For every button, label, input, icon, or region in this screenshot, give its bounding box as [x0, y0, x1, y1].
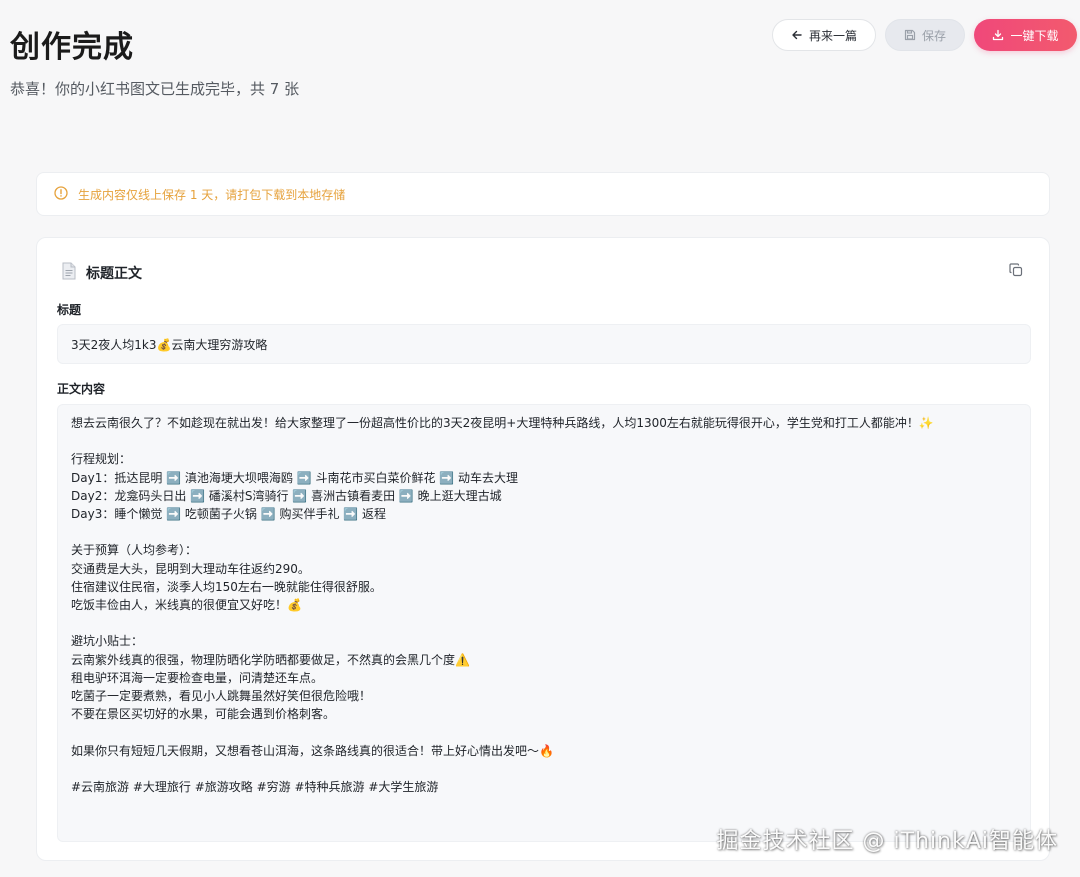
save-button[interactable]: 保存: [885, 19, 965, 51]
copy-button[interactable]: [1007, 262, 1025, 280]
page-title: 创作完成: [10, 30, 134, 65]
arrow-left-icon: [791, 29, 803, 41]
document-icon: [61, 262, 77, 284]
download-icon: [992, 29, 1004, 41]
card-title: 标题正文: [86, 266, 142, 282]
retention-notice-text: 生成内容仅线上保存 1 天，请打包下载到本地存储: [78, 187, 346, 202]
title-field-label: 标题: [57, 303, 82, 317]
content-card: 标题正文 标题 3天2夜人均1k3💰云南大理穷游攻略 正文内容 想去云南很久了？…: [36, 237, 1050, 861]
title-field-value: 3天2夜人均1k3💰云南大理穷游攻略: [71, 337, 268, 352]
card-header: 标题正文: [61, 262, 142, 284]
page-subtitle: 恭喜！你的小红书图文已生成完毕，共 7 张: [10, 80, 300, 98]
title-field[interactable]: 3天2夜人均1k3💰云南大理穷游攻略: [57, 324, 1031, 364]
body-field-label: 正文内容: [57, 382, 106, 396]
retention-notice: 生成内容仅线上保存 1 天，请打包下载到本地存储: [36, 172, 1050, 216]
create-again-label: 再来一篇: [808, 28, 857, 43]
download-all-label: 一键下载: [1010, 28, 1059, 43]
download-all-button[interactable]: 一键下载: [974, 19, 1077, 51]
watermark: 掘金技术社区 @ iThinkAi智能体: [716, 829, 1058, 854]
warning-circle-icon: [54, 185, 68, 203]
create-again-button[interactable]: 再来一篇: [772, 19, 876, 51]
save-label: 保存: [921, 28, 946, 43]
copy-icon: [1009, 262, 1023, 281]
body-textarea[interactable]: 想去云南很久了？不如趁现在就出发！给大家整理了一份超高性价比的3天2夜昆明+大理…: [57, 404, 1031, 842]
save-icon: [904, 29, 916, 41]
